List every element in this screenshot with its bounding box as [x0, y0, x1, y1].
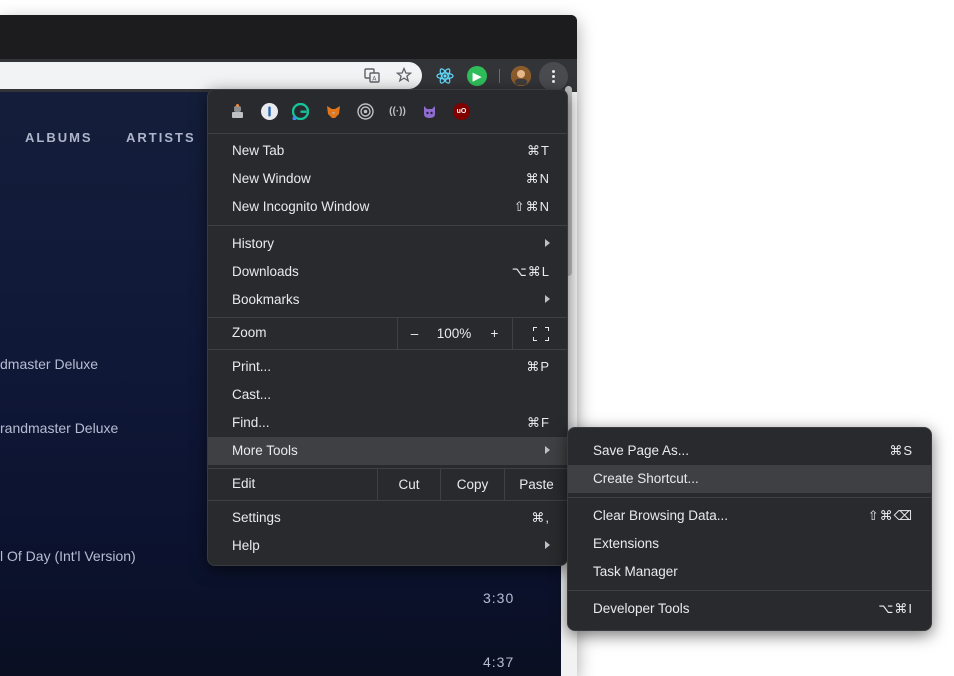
track-title[interactable]: l Of Day (Int'l Version) [0, 548, 136, 564]
menu-shortcut: ⇧⌘⌫ [867, 508, 913, 523]
menu-item-label: History [232, 236, 275, 251]
menu-item-downloads[interactable]: Downloads ⌥⌘L [208, 258, 567, 286]
kebab-menu-icon[interactable] [539, 62, 568, 91]
edit-row: Edit Cut Copy Paste [208, 469, 567, 500]
track-duration: 3:30 [483, 590, 515, 606]
menu-item-label: Bookmarks [232, 292, 300, 307]
menu-item-label: Print... [232, 359, 272, 374]
1password-icon[interactable] [261, 103, 278, 120]
octocat-icon[interactable] [421, 103, 438, 120]
submenu-item-developer-tools[interactable]: Developer Tools ⌥⌘I [568, 595, 931, 623]
menu-item-new-incognito[interactable]: New Incognito Window ⇧⌘N [208, 193, 567, 221]
screen: A ▶ ALBUMS ARTISTS dmaster Deluxe randma… [0, 0, 954, 676]
menu-item-help[interactable]: Help [208, 532, 567, 560]
submenu-item-clear-data[interactable]: Clear Browsing Data... ⇧⌘⌫ [568, 502, 931, 530]
menu-divider [568, 590, 931, 591]
submenu-item-save-page[interactable]: Save Page As... ⌘S [568, 437, 931, 465]
menu-item-label: Find... [232, 415, 270, 430]
fullscreen-button[interactable] [512, 318, 568, 349]
menu-item-label: Settings [232, 510, 281, 525]
submenu-arrow-icon [545, 541, 550, 549]
menu-item-label: More Tools [232, 443, 298, 458]
menu-shortcut: ⌘F [527, 415, 550, 430]
menu-item-label: Help [232, 538, 260, 553]
menu-item-print[interactable]: Print... ⌘P [208, 353, 567, 381]
submenu-arrow-icon [545, 295, 550, 303]
menu-divider [208, 500, 567, 501]
fullscreen-icon [532, 326, 549, 341]
metamask-icon[interactable] [325, 103, 342, 120]
address-bar[interactable]: A [0, 62, 422, 89]
submenu-item-create-shortcut[interactable]: Create Shortcut... [568, 465, 931, 493]
cut-button[interactable]: Cut [377, 469, 440, 500]
menu-item-find[interactable]: Find... ⌘F [208, 409, 567, 437]
zoom-in-button[interactable]: + [477, 318, 512, 349]
menu-shortcut: ⌘, [531, 510, 550, 525]
submenu-arrow-icon [545, 446, 550, 454]
zoom-row: Zoom – 100% + [208, 318, 567, 349]
menu-item-label: New Tab [232, 143, 285, 158]
menu-item-label: Save Page As... [593, 443, 690, 458]
menu-item-new-tab[interactable]: New Tab ⌘T [208, 137, 567, 165]
ublock-origin-icon[interactable]: uO [453, 103, 470, 120]
nav-artists[interactable]: ARTISTS [126, 130, 196, 145]
menu-divider [208, 349, 567, 350]
menu-shortcut: ⌘P [526, 359, 550, 374]
menu-item-label: Downloads [232, 264, 299, 279]
menu-item-new-window[interactable]: New Window ⌘N [208, 165, 567, 193]
menu-item-settings[interactable]: Settings ⌘, [208, 504, 567, 532]
menu-divider [208, 133, 567, 134]
extensions-row: ((·)) uO [208, 90, 567, 133]
track-title[interactable]: dmaster Deluxe [0, 356, 98, 372]
zoom-level: 100% [436, 326, 472, 341]
zoom-out-button[interactable]: – [397, 318, 431, 349]
edit-label: Edit [232, 476, 256, 491]
menu-item-label: Create Shortcut... [593, 471, 699, 486]
menu-item-cast[interactable]: Cast... [208, 381, 567, 409]
menu-divider [208, 225, 567, 226]
nav-albums[interactable]: ALBUMS [25, 130, 93, 145]
menu-item-bookmarks[interactable]: Bookmarks [208, 286, 567, 314]
menu-item-label: Cast... [232, 387, 272, 402]
menu-item-label: Clear Browsing Data... [593, 508, 729, 523]
tab-strip [0, 15, 577, 59]
bookmark-star-icon[interactable] [394, 65, 414, 85]
toolbar-separator [499, 69, 500, 83]
menu-shortcut: ⇧⌘N [513, 199, 550, 214]
copy-button[interactable]: Copy [440, 469, 504, 500]
target-icon[interactable] [357, 103, 374, 120]
menu-item-label: Task Manager [593, 564, 678, 579]
zoom-label: Zoom [232, 325, 267, 340]
menu-item-label: New Window [232, 171, 311, 186]
menu-item-label: Developer Tools [593, 601, 690, 616]
menu-shortcut: ⌥⌘L [511, 264, 550, 279]
menu-divider [568, 497, 931, 498]
chrome-main-menu: ((·)) uO New Tab ⌘T New Window ⌘N New In… [207, 89, 568, 566]
translate-icon[interactable]: A [362, 65, 382, 85]
submenu-arrow-icon [545, 239, 550, 247]
menu-shortcut: ⌥⌘I [878, 601, 913, 616]
track-duration: 4:37 [483, 654, 515, 670]
submenu-item-task-manager[interactable]: Task Manager [568, 558, 931, 586]
menu-item-history[interactable]: History [208, 230, 567, 258]
profile-avatar-icon[interactable] [511, 66, 531, 86]
extension-icon[interactable] [229, 103, 246, 120]
submenu-item-extensions[interactable]: Extensions [568, 530, 931, 558]
more-tools-submenu: Save Page As... ⌘S Create Shortcut... Cl… [567, 427, 932, 631]
react-devtools-icon[interactable] [435, 66, 455, 86]
menu-item-label: Extensions [593, 536, 660, 551]
grammarly-icon[interactable] [292, 103, 309, 120]
menu-item-label: New Incognito Window [232, 199, 370, 214]
menu-shortcut: ⌘N [525, 171, 550, 186]
track-title[interactable]: randmaster Deluxe [0, 420, 118, 436]
paste-button[interactable]: Paste [504, 469, 568, 500]
extension-green-icon[interactable]: ▶ [467, 66, 487, 86]
menu-shortcut: ⌘T [527, 143, 550, 158]
menu-shortcut: ⌘S [889, 443, 913, 458]
toolbar: A ▶ [0, 59, 577, 92]
menu-item-more-tools[interactable]: More Tools [208, 437, 567, 465]
wifi-icon[interactable]: ((·)) [389, 103, 406, 120]
